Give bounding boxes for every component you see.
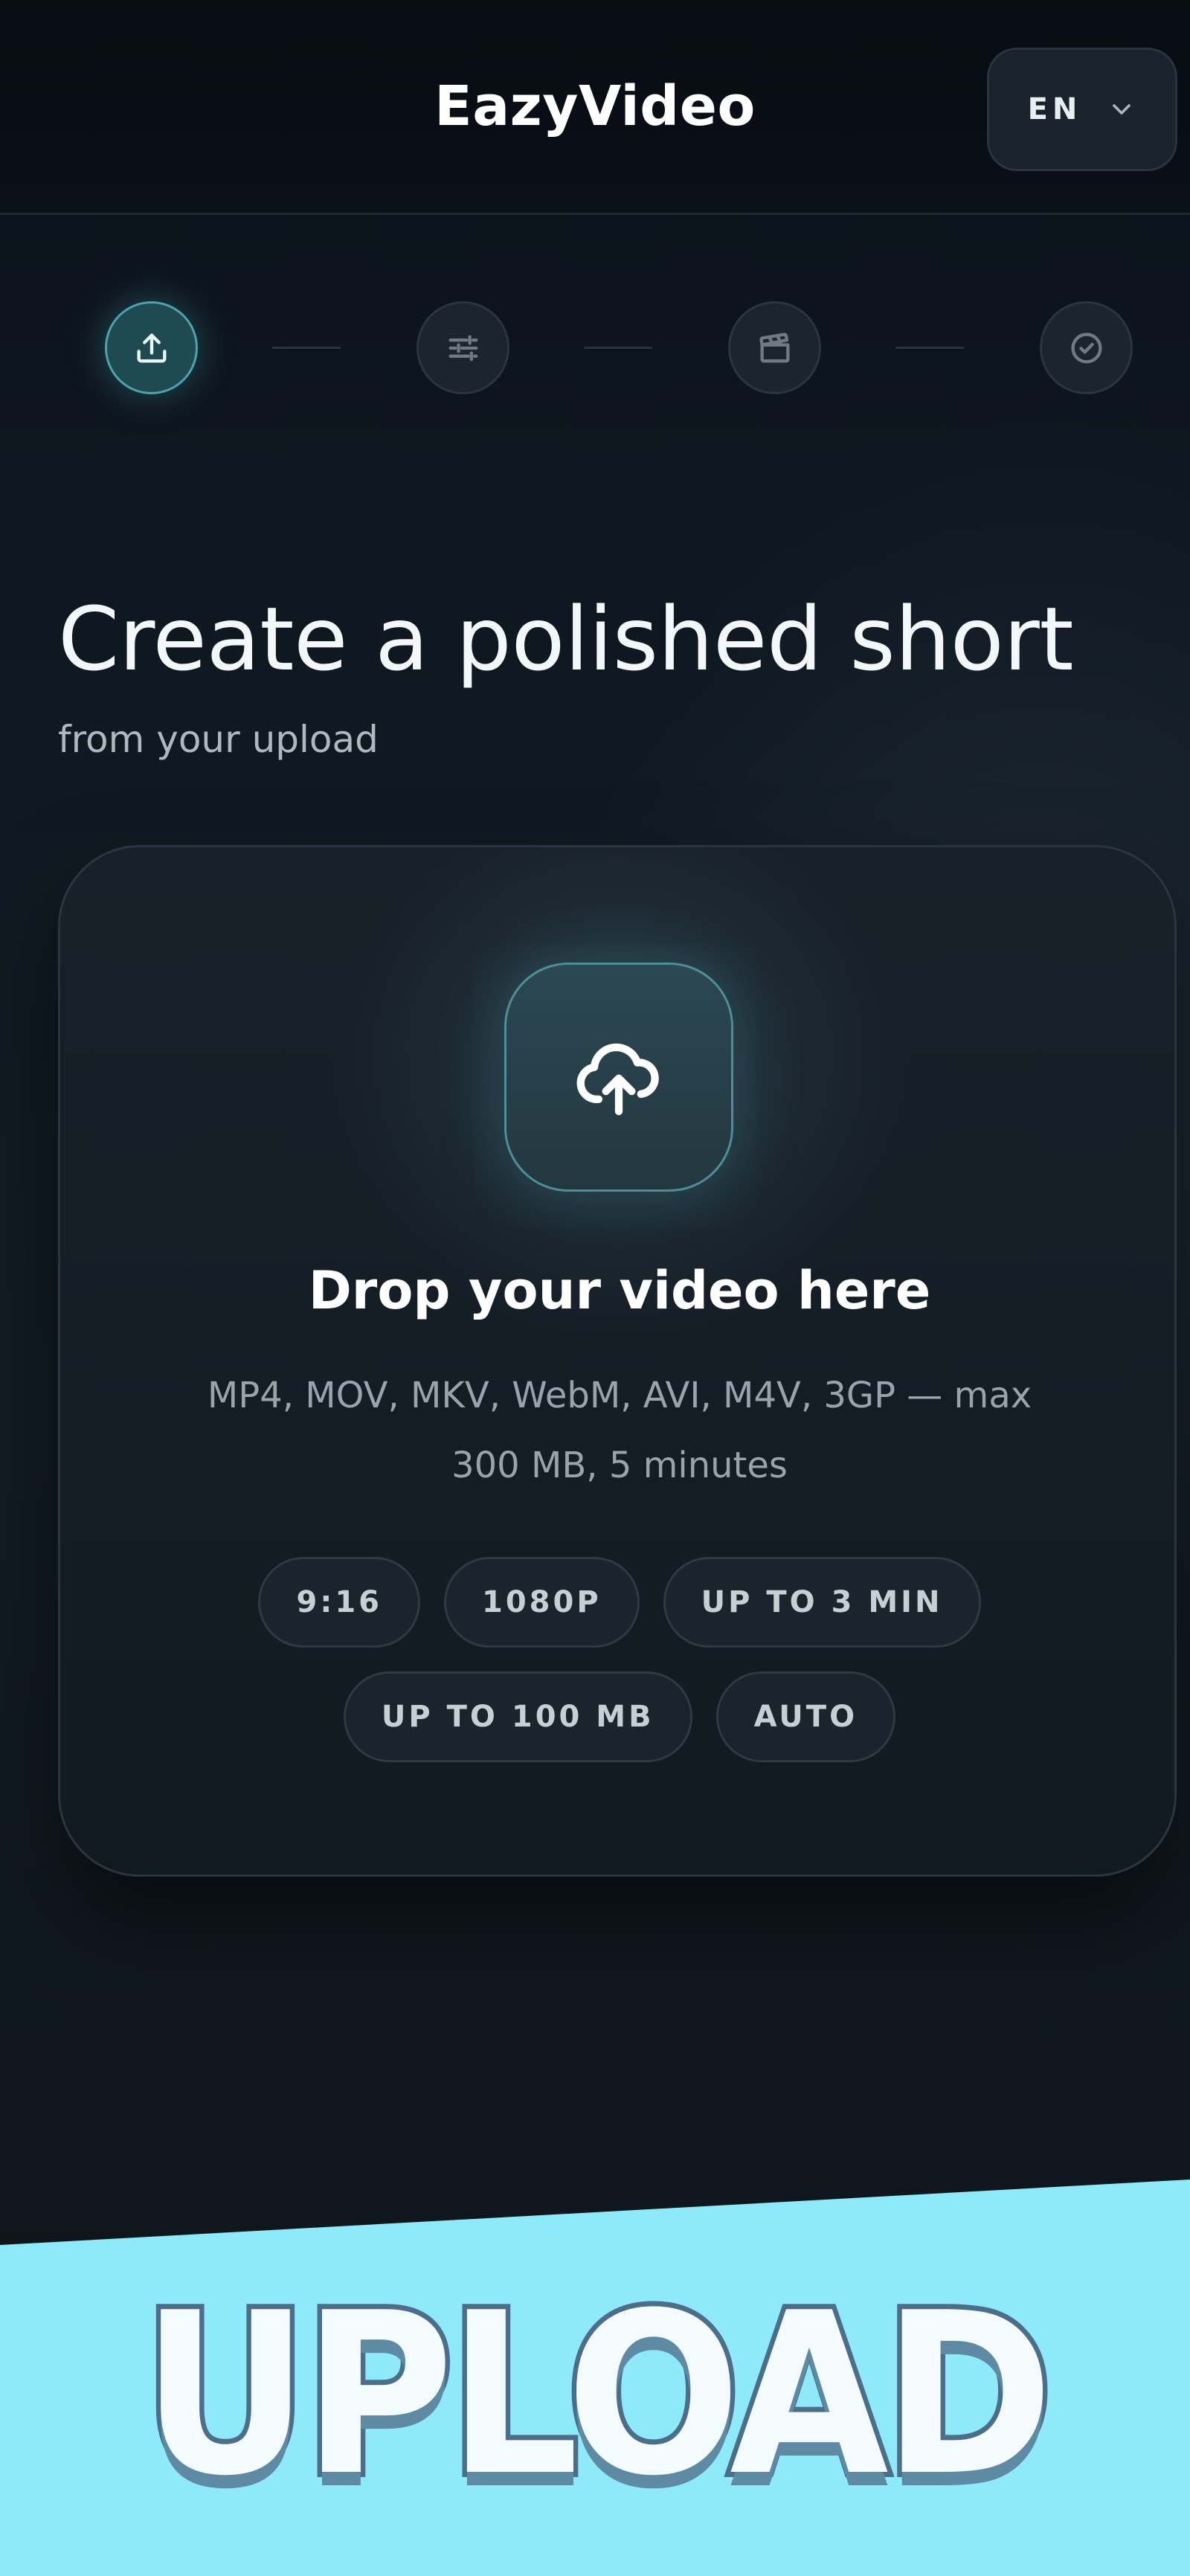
chip-resolution: 1080P: [443, 1557, 640, 1648]
step-render[interactable]: [728, 301, 821, 394]
upload-dropzone[interactable]: Drop your video here MP4, MOV, MKV, WebM…: [58, 845, 1177, 1877]
step-done[interactable]: [1040, 301, 1133, 394]
upload-icon: [137, 333, 166, 362]
sliders-icon: [448, 335, 477, 361]
page-title: Create a polished short: [58, 588, 1074, 690]
chip-aspect-ratio: 9:16: [258, 1557, 420, 1648]
chip-mode: AUTO: [715, 1671, 896, 1762]
dropzone-title: Drop your video here: [308, 1260, 931, 1321]
upload-button[interactable]: [504, 963, 733, 1192]
promo-banner-text: UPLOAD: [137, 2260, 1058, 2530]
chevron-down-icon: [1113, 104, 1131, 115]
step-upload[interactable]: [105, 301, 198, 394]
step-connector: [895, 347, 964, 349]
app-header: EazyVideo EN: [0, 0, 1190, 215]
language-label: EN: [1027, 92, 1082, 126]
language-selector[interactable]: EN: [987, 48, 1177, 171]
chip-duration: UP TO 3 MIN: [663, 1557, 981, 1648]
check-circle-icon: [1070, 332, 1102, 364]
dropzone-description: MP4, MOV, MKV, WebM, AVI, M4V, 3GP — max…: [207, 1375, 1032, 1486]
clapperboard-icon: [759, 332, 789, 362]
progress-stepper: [0, 301, 1190, 394]
step-connector: [272, 347, 341, 349]
cloud-upload-icon: [576, 1043, 659, 1116]
chip-size: UP TO 100 MB: [343, 1671, 692, 1762]
step-settings[interactable]: [416, 301, 509, 394]
page-subtitle: from your upload: [58, 718, 379, 761]
step-connector: [584, 347, 652, 349]
spec-chips: 9:16 1080P UP TO 3 MIN UP TO 100 MB AUTO: [60, 1557, 1179, 1786]
